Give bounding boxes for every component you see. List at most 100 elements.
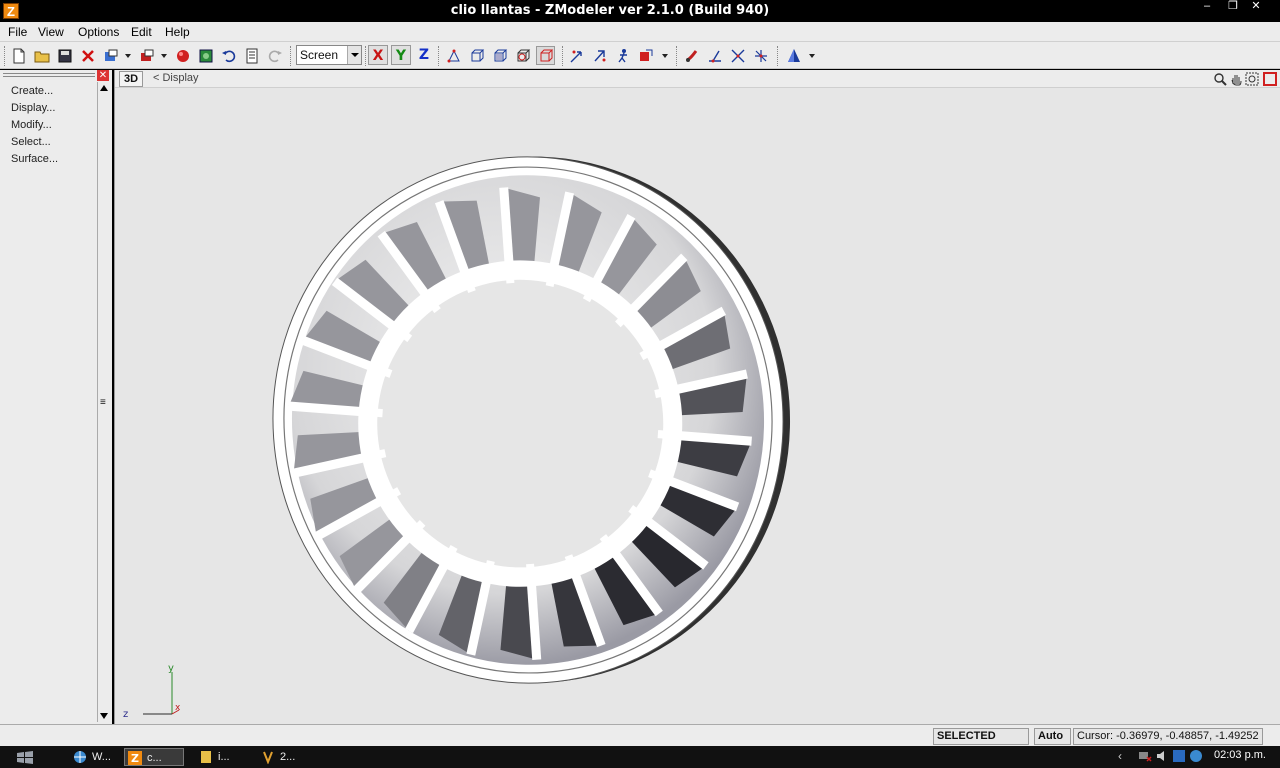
gizmo-x-label: x [175, 703, 181, 713]
network-icon[interactable] [1138, 749, 1152, 763]
task-zmodeler[interactable]: Z c... [124, 748, 184, 766]
tray-expand-icon[interactable]: ‹ [1118, 749, 1122, 763]
toolbar-separator [777, 46, 779, 66]
menu-file[interactable]: File [8, 25, 27, 39]
task-browser[interactable]: W... [70, 748, 120, 766]
task-label: i... [218, 751, 230, 763]
selection-mode-status: SELECTED MODE [933, 728, 1029, 757]
command-panel: ✕ Create... Display... Modify... Select.… [0, 70, 112, 724]
ring-notch [657, 429, 687, 441]
toolbar-separator [438, 46, 440, 66]
shading-dropdown-icon[interactable] [809, 54, 815, 58]
task-label: c... [147, 752, 162, 764]
material-sphere-icon[interactable] [173, 46, 192, 65]
cmd-modify[interactable]: Modify... [11, 119, 52, 131]
menu-options[interactable]: Options [78, 25, 119, 39]
title-bar: Z clio llantas - ZModeler ver 2.1.0 (Bui… [0, 0, 1280, 22]
viewport-header: 3D < Display [115, 70, 1280, 88]
paint-tool-icon[interactable] [682, 46, 701, 65]
volume-icon[interactable] [1155, 749, 1169, 763]
cmd-surface[interactable]: Surface... [11, 153, 58, 165]
status-bar: SELECTED MODE Auto Cursor: -0.36979, -0.… [0, 724, 1280, 757]
delete-icon[interactable] [78, 46, 97, 65]
modify-dropdown-icon[interactable] [662, 54, 668, 58]
axis-gizmo: y z x [123, 663, 181, 720]
move-tool-icon[interactable] [567, 46, 586, 65]
axis-user-icon[interactable] [751, 46, 770, 65]
select-mesh-icon[interactable] [513, 46, 532, 65]
ring-notch [354, 406, 383, 418]
undo-icon[interactable] [219, 46, 238, 65]
toolbar-separator [562, 46, 564, 66]
cmd-create[interactable]: Create... [11, 85, 53, 97]
import-icon[interactable] [101, 46, 120, 65]
axis-world-icon[interactable] [728, 46, 747, 65]
axis-y-toggle[interactable]: Y [391, 45, 411, 65]
select-objects-icon[interactable] [490, 46, 509, 65]
panel-scrollbar[interactable]: ≡ [97, 82, 109, 722]
minimize-button[interactable]: ‒ [1196, 0, 1218, 12]
zoom-extents-icon[interactable] [1245, 72, 1259, 86]
chevron-down-icon[interactable] [347, 46, 361, 64]
properties-icon[interactable] [242, 46, 261, 65]
zoom-icon[interactable] [1213, 72, 1227, 86]
toolbar-grip[interactable] [4, 46, 6, 66]
axis-local-icon[interactable] [705, 46, 724, 65]
new-file-icon[interactable] [9, 46, 28, 65]
texture-icon[interactable] [196, 46, 215, 65]
export-icon[interactable] [137, 46, 156, 65]
messenger-icon[interactable] [1189, 749, 1203, 763]
task-paint[interactable]: 2... [258, 748, 308, 766]
task-label: W... [92, 751, 111, 763]
paint-icon [263, 751, 273, 764]
close-button[interactable]: ✕ [1245, 0, 1267, 12]
axis-x-toggle[interactable]: X [368, 45, 388, 65]
maximize-button[interactable]: ❐ [1222, 0, 1244, 12]
close-panel-icon[interactable]: ✕ [97, 70, 109, 81]
view-type-badge[interactable]: 3D [119, 71, 143, 87]
redo-icon[interactable] [265, 46, 284, 65]
rotate-tool-icon[interactable] [590, 46, 609, 65]
scroll-up-icon[interactable] [100, 85, 108, 91]
gizmo-z-label: z [123, 709, 128, 720]
ring-notch [504, 254, 515, 284]
panel-grip[interactable] [3, 73, 95, 77]
scroll-down-icon[interactable] [100, 713, 108, 719]
export-dropdown-icon[interactable] [161, 54, 167, 58]
ring-notch [526, 563, 537, 593]
save-icon[interactable] [55, 46, 74, 65]
toolbar-separator [290, 46, 292, 66]
scroll-grip-icon[interactable]: ≡ [100, 398, 106, 408]
svg-text:Z: Z [131, 752, 139, 765]
menu-help[interactable]: Help [165, 25, 190, 39]
menu-bar: File View Options Edit Help [0, 22, 1280, 42]
browser-icon [74, 751, 86, 763]
cursor-coordinates: Cursor: -0.36979, -0.48857, -1.49252 [1073, 728, 1263, 745]
scale-tool-icon[interactable] [613, 46, 632, 65]
maximize-viewport-icon[interactable] [1263, 72, 1277, 86]
wheel-model[interactable] [265, 150, 805, 690]
start-button-icon[interactable] [14, 749, 36, 765]
menu-view[interactable]: View [38, 25, 64, 39]
select-faces-icon[interactable] [467, 46, 486, 65]
axis-z-toggle[interactable]: Z [414, 45, 434, 65]
viewport-3d[interactable]: 3D < Display y z x [114, 70, 1280, 724]
toolbar-separator [676, 46, 678, 66]
modify-tool-icon[interactable] [636, 46, 655, 65]
open-folder-icon[interactable] [32, 46, 51, 65]
window-title: clio llantas - ZModeler ver 2.1.0 (Build… [450, 3, 770, 18]
cmd-select[interactable]: Select... [11, 136, 51, 148]
snap-mode-status[interactable]: Auto [1034, 728, 1071, 745]
pan-hand-icon[interactable] [1229, 72, 1243, 86]
select-all-icon[interactable] [536, 46, 555, 65]
folder-icon [201, 751, 211, 763]
security-icon[interactable] [1172, 749, 1186, 763]
import-dropdown-icon[interactable] [125, 54, 131, 58]
cmd-display[interactable]: Display... [11, 102, 55, 114]
select-vertices-icon[interactable] [444, 46, 463, 65]
task-folder[interactable]: i... [196, 748, 246, 766]
taskbar: W... Z c... i... 2... ‹ 02:03 p.m. [0, 746, 1280, 768]
menu-edit[interactable]: Edit [131, 25, 152, 39]
coord-mode-select[interactable]: Screen [296, 45, 362, 65]
shading-mode-icon[interactable] [784, 46, 803, 65]
